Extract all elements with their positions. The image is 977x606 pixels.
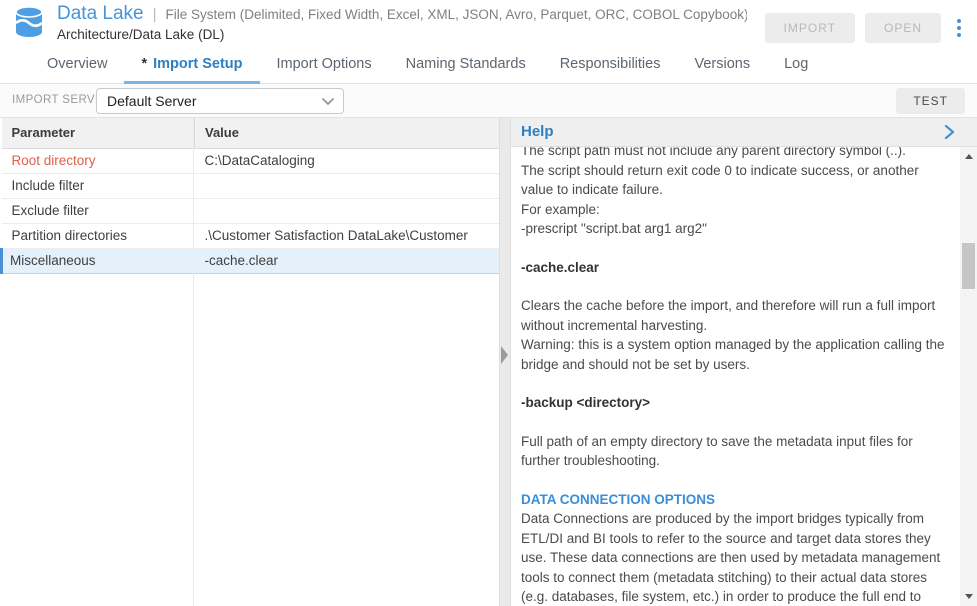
help-title: Help: [521, 123, 554, 140]
open-button[interactable]: OPEN: [865, 13, 941, 43]
tab-bar: Overview *Import Setup Import Options Na…: [0, 46, 977, 84]
app-window: Data Lake | File System (Delimited, Fixe…: [0, 0, 977, 606]
help-paragraph: Clears the cache before the import, and …: [521, 296, 946, 374]
parameters-panel: Parameter Value Root directory C:\DataCa…: [0, 118, 499, 606]
breadcrumb: Architecture/Data Lake (DL): [57, 27, 747, 42]
import-button[interactable]: IMPORT: [765, 13, 855, 43]
data-lake-database-icon: [12, 6, 46, 38]
help-header: Help: [511, 118, 977, 147]
panel-splitter[interactable]: [499, 118, 511, 606]
help-paragraph: Data Connections are produced by the imp…: [521, 509, 946, 606]
help-paragraph: The script path must not include any par…: [521, 147, 946, 239]
tab-log[interactable]: Log: [767, 46, 818, 84]
top-header: Data Lake | File System (Delimited, Fixe…: [0, 0, 977, 46]
column-header-value: Value: [195, 118, 500, 148]
help-panel: Help The script path must not include an…: [511, 118, 977, 606]
import-server-row: IMPORT SERVER Default Server TEST: [0, 84, 977, 118]
title-block: Data Lake | File System (Delimited, Fixe…: [57, 3, 747, 42]
help-option-heading: -backup <directory>: [521, 393, 946, 413]
bridge-subtitle: File System (Delimited, Fixed Width, Exc…: [166, 7, 747, 22]
scroll-down-icon[interactable]: [960, 589, 977, 604]
table-row-selected[interactable]: Miscellaneous -cache.clear: [2, 248, 500, 273]
tab-overview[interactable]: Overview: [30, 46, 124, 84]
help-scrollbar[interactable]: [960, 147, 977, 606]
tab-strip: Overview *Import Setup Import Options Na…: [30, 46, 818, 84]
page-title: Data Lake: [57, 3, 144, 25]
tab-versions[interactable]: Versions: [677, 46, 767, 84]
unsaved-indicator: *: [141, 56, 147, 72]
kebab-menu-icon[interactable]: [951, 15, 967, 41]
tab-import-setup[interactable]: *Import Setup: [124, 46, 259, 84]
scroll-up-icon[interactable]: [960, 149, 977, 164]
title-separator: |: [153, 6, 157, 23]
table-row[interactable]: Include filter: [2, 173, 500, 198]
column-header-parameter: Parameter: [2, 118, 195, 148]
tab-responsibilities[interactable]: Responsibilities: [543, 46, 678, 84]
test-button[interactable]: TEST: [896, 88, 965, 114]
table-row[interactable]: Partition directories .\Customer Satisfa…: [2, 223, 500, 248]
help-paragraph: Full path of an empty directory to save …: [521, 432, 946, 471]
chevron-right-icon[interactable]: [944, 124, 955, 145]
table-row[interactable]: Root directory C:\DataCataloging: [2, 148, 500, 173]
tab-import-options[interactable]: Import Options: [260, 46, 389, 84]
import-server-select[interactable]: Default Server: [96, 88, 344, 114]
splitter-collapse-icon[interactable]: [501, 346, 508, 364]
chevron-down-icon: [322, 98, 334, 106]
table-row[interactable]: Exclude filter: [2, 198, 500, 223]
main-area: Parameter Value Root directory C:\DataCa…: [0, 118, 977, 606]
column-divider: [193, 118, 194, 606]
parameters-table: Parameter Value Root directory C:\DataCa…: [0, 118, 499, 274]
help-section-heading: DATA CONNECTION OPTIONS: [521, 490, 946, 510]
help-content: The script path must not include any par…: [511, 147, 960, 606]
scrollbar-thumb[interactable]: [962, 243, 975, 289]
help-option-heading: -cache.clear: [521, 258, 946, 278]
tab-naming-standards[interactable]: Naming Standards: [389, 46, 543, 84]
